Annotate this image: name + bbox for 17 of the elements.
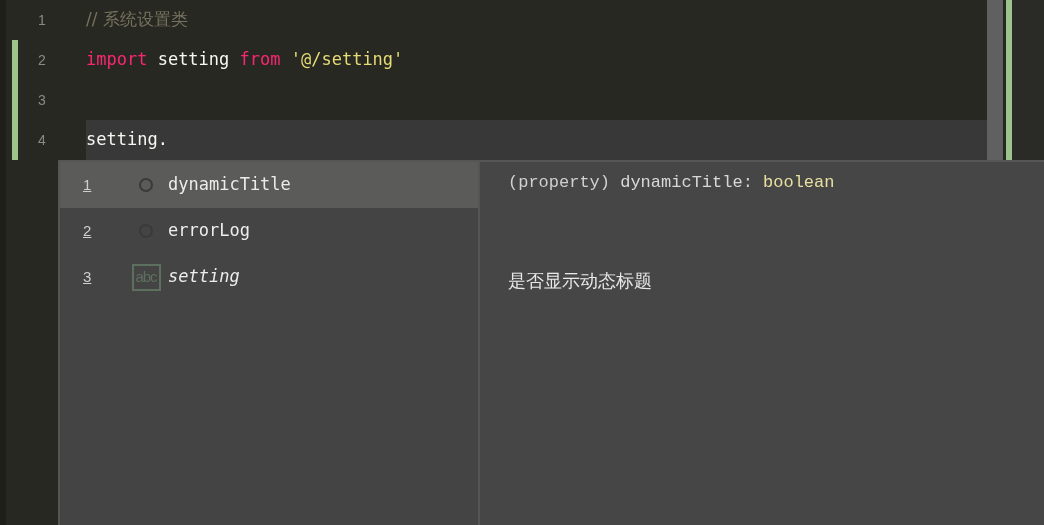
code-line: import setting from '@/setting'	[86, 48, 404, 72]
item-label: dynamicTitle	[168, 173, 291, 197]
signature-text: (property) dynamicTitle: boolean	[508, 172, 836, 194]
item-label: setting	[168, 265, 240, 289]
line-number: 2	[38, 50, 46, 70]
item-index: 3	[83, 266, 93, 287]
item-label: errorLog	[168, 219, 250, 243]
description-text: 是否显示动态标题	[508, 269, 653, 293]
code-line: setting.	[86, 128, 168, 152]
scrollbar[interactable]	[987, 0, 1003, 160]
item-index: 2	[83, 220, 93, 241]
line-number: 1	[38, 10, 46, 30]
item-index: 1	[83, 174, 93, 195]
code-line: // 系统设置类	[86, 8, 188, 32]
line-number: 4	[38, 130, 46, 150]
completion-item[interactable]: 1 dynamicTitle	[60, 162, 478, 208]
line-number: 3	[38, 90, 46, 110]
